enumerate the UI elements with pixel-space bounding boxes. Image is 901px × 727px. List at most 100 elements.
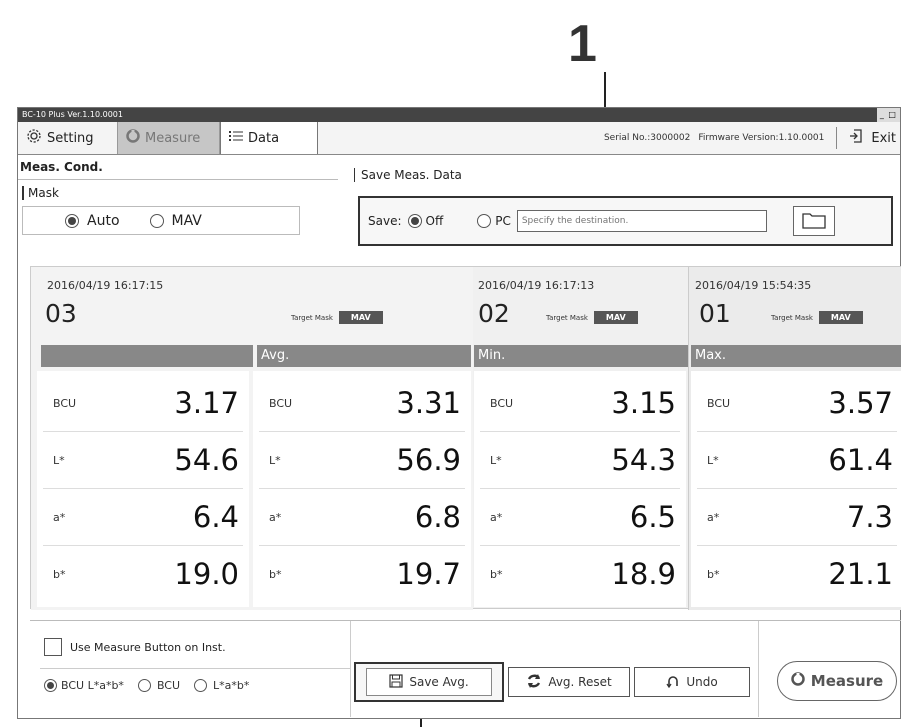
value-row-a: a* 6.4 xyxy=(37,489,249,545)
save-avg-button[interactable]: Save Avg. xyxy=(354,662,504,702)
undo-button[interactable]: Undo xyxy=(634,667,750,697)
measurement-number: 01 xyxy=(699,299,731,328)
tab-measure[interactable]: Measure xyxy=(118,122,220,154)
value-row-l: L* 54.3 xyxy=(474,432,686,488)
max-values: BCU 3.57 L* 61.4 a* 7.3 b* 21.1 xyxy=(691,375,901,602)
mode-lab-label: L*a*b* xyxy=(213,679,250,692)
mask-radio-auto[interactable]: Auto xyxy=(65,213,120,229)
value-number: 6.4 xyxy=(192,500,239,534)
value-label: BCU xyxy=(53,396,77,410)
radio-unselected-icon xyxy=(477,214,492,228)
target-mask: Target Mask MAV xyxy=(546,311,638,324)
value-number: 54.6 xyxy=(174,443,239,477)
browse-folder-button[interactable] xyxy=(792,206,835,236)
measurement-number: 03 xyxy=(45,299,77,328)
title-bar: BC-10 Plus Ver.1.10.0001 _ □ xyxy=(18,108,900,122)
measurement-panel-max: 2016/04/19 15:54:35 01 Target Mask MAV M… xyxy=(688,267,901,610)
radio-selected-icon xyxy=(407,214,422,228)
save-meas-title: Save Meas. Data xyxy=(354,168,462,182)
save-off-label: Off xyxy=(425,214,444,228)
measurement-number: 02 xyxy=(478,299,510,328)
mask-options: Auto MAV xyxy=(22,206,300,235)
target-mask: Target Mask MAV xyxy=(771,311,863,324)
value-row-b: b* 19.0 xyxy=(37,546,249,602)
value-number: 21.1 xyxy=(828,557,893,591)
meas-cond-title: Meas. Cond. xyxy=(20,160,103,174)
value-label: a* xyxy=(269,510,282,524)
save-pc-label: PC xyxy=(495,214,511,228)
value-number: 18.9 xyxy=(611,557,676,591)
window-controls[interactable]: _ □ xyxy=(876,108,900,122)
value-row-a: a* 6.5 xyxy=(474,489,686,545)
target-mask-label: Target Mask xyxy=(291,313,333,322)
value-label: L* xyxy=(269,453,281,467)
value-number: 6.8 xyxy=(414,500,461,534)
mode-bcu-lab-label: BCU L*a*b* xyxy=(61,679,124,692)
bottom-separator xyxy=(758,621,759,717)
radio-unselected-icon xyxy=(194,679,208,692)
target-mask-label: Target Mask xyxy=(546,313,588,322)
value-number: 7.3 xyxy=(846,500,893,534)
target-mask-badge: MAV xyxy=(818,311,863,324)
tab-data-label: Data xyxy=(248,130,280,146)
mask-auto-label: Auto xyxy=(87,212,120,229)
mask-label: Mask xyxy=(22,186,59,200)
value-number: 3.57 xyxy=(828,386,893,420)
save-icon xyxy=(389,673,403,691)
folder-icon xyxy=(801,210,827,233)
checkbox-icon xyxy=(44,638,62,656)
use-measure-button-label: Use Measure Button on Inst. xyxy=(70,640,226,654)
tab-setting[interactable]: Setting xyxy=(18,122,118,154)
mode-bcu-label: BCU xyxy=(156,679,181,692)
exit-button[interactable]: Exit xyxy=(836,127,900,149)
value-number: 19.0 xyxy=(174,557,239,591)
column-header-current xyxy=(41,345,253,367)
value-label: BCU xyxy=(269,396,293,410)
radio-unselected-icon xyxy=(137,679,151,692)
list-icon xyxy=(229,130,243,146)
exit-icon xyxy=(849,129,863,147)
app-window: BC-10 Plus Ver.1.10.0001 _ □ Setting Mea… xyxy=(17,107,901,719)
refresh-icon xyxy=(526,673,542,692)
value-number: 54.3 xyxy=(611,443,676,477)
value-row-b: b* 18.9 xyxy=(474,546,686,602)
measurement-panel-latest: 2016/04/19 16:17:15 03 Target Mask MAV A… xyxy=(31,267,473,610)
value-label: b* xyxy=(490,567,503,581)
value-label: BCU xyxy=(707,396,731,410)
target-mask-label: Target Mask xyxy=(771,313,813,322)
save-radio-pc[interactable]: PC xyxy=(477,214,511,228)
radio-selected-icon xyxy=(44,679,57,692)
value-label: L* xyxy=(707,453,719,467)
value-label: b* xyxy=(707,567,720,581)
mode-radio-bcu-lab[interactable]: BCU L*a*b* xyxy=(44,679,124,692)
radio-unselected-icon xyxy=(149,213,164,228)
value-number: 3.15 xyxy=(611,386,676,420)
value-label: a* xyxy=(707,510,720,524)
value-number: 19.7 xyxy=(396,557,461,591)
window-title: BC-10 Plus Ver.1.10.0001 xyxy=(22,110,123,119)
column-header-avg: Avg. xyxy=(257,345,471,367)
value-label: a* xyxy=(53,510,66,524)
toolbar: Setting Measure Data Serial No.:3000002 … xyxy=(18,122,900,155)
value-number: 61.4 xyxy=(828,443,893,477)
value-row-l: L* 56.9 xyxy=(253,432,471,488)
value-number: 6.5 xyxy=(629,500,676,534)
bottom-separator xyxy=(350,621,351,717)
mode-radio-bcu[interactable]: BCU xyxy=(137,679,181,692)
measure-button[interactable]: Measure xyxy=(777,661,897,701)
measure-button-label: Measure xyxy=(810,672,884,690)
avg-values: BCU 3.31 L* 56.9 a* 6.8 b* 19.7 xyxy=(253,375,471,602)
value-label: L* xyxy=(53,453,65,467)
column-header-max: Max. xyxy=(691,345,901,367)
measurement-datetime: 2016/04/19 16:17:13 xyxy=(478,279,595,292)
value-row-l: L* 61.4 xyxy=(691,432,901,488)
save-radio-off[interactable]: Off xyxy=(407,214,444,228)
save-avg-label: Save Avg. xyxy=(409,675,469,689)
mode-radio-lab[interactable]: L*a*b* xyxy=(194,679,249,692)
mask-radio-mav[interactable]: MAV xyxy=(149,213,202,229)
tab-data[interactable]: Data xyxy=(220,122,318,154)
avg-reset-button[interactable]: Avg. Reset xyxy=(508,667,630,697)
column-header-min: Min. xyxy=(474,345,688,367)
use-measure-button-checkbox[interactable]: Use Measure Button on Inst. xyxy=(44,638,226,656)
destination-input[interactable] xyxy=(516,210,767,232)
